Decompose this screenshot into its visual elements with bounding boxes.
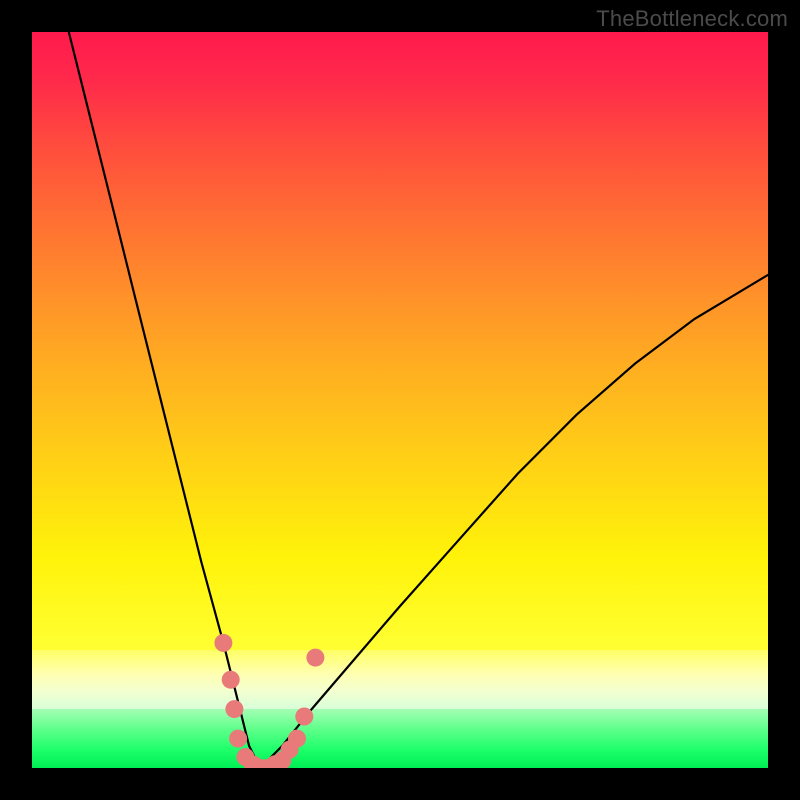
marker-dot (225, 700, 243, 718)
marker-dot (222, 671, 240, 689)
bottleneck-curve (69, 32, 768, 768)
series-curve-right (260, 275, 768, 768)
marker-dot (306, 649, 324, 667)
watermark-text: TheBottleneck.com (596, 6, 788, 32)
vertex-markers (214, 634, 324, 768)
plot-area (32, 32, 768, 768)
curve-layer (32, 32, 768, 768)
marker-dot (288, 730, 306, 748)
series-curve-left (69, 32, 260, 768)
marker-dot (229, 730, 247, 748)
chart-frame: TheBottleneck.com (0, 0, 800, 800)
marker-dot (214, 634, 232, 652)
marker-dot (295, 708, 313, 726)
